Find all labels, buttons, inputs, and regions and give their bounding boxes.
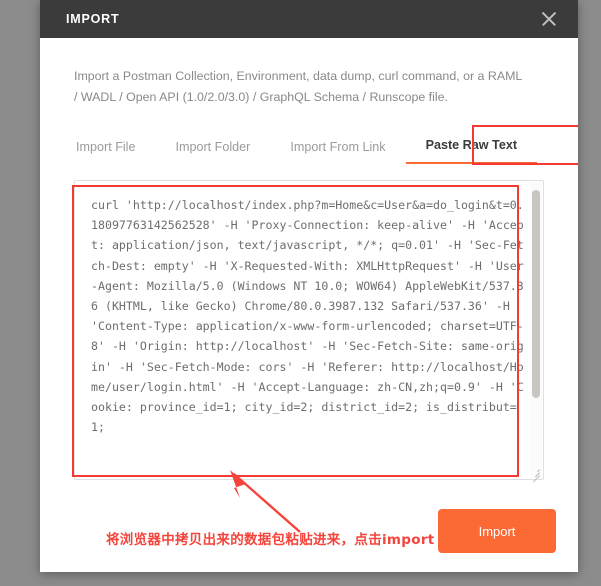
tab-import-file[interactable]: Import File [74,139,155,164]
tab-import-from-link[interactable]: Import From Link [270,139,405,164]
modal-header: IMPORT [40,0,578,38]
raw-text-input[interactable] [74,180,544,480]
import-description: Import a Postman Collection, Environment… [74,69,522,104]
annotation-note: 将浏览器中拷贝出来的数据包粘贴进来，点击import [106,532,435,548]
import-button[interactable]: Import [438,509,556,553]
modal-body: Import a Postman Collection, Environment… [40,38,578,483]
page-title: IMPORT [66,12,120,26]
close-icon[interactable] [538,8,560,30]
import-modal: IMPORT Import a Postman Collection, Envi… [40,0,578,572]
import-tabs: Import File Import Folder Import From Li… [74,125,578,165]
tab-paste-raw-text[interactable]: Paste Raw Text [405,137,538,164]
raw-text-container [74,180,544,483]
tab-import-folder[interactable]: Import Folder [155,139,270,164]
